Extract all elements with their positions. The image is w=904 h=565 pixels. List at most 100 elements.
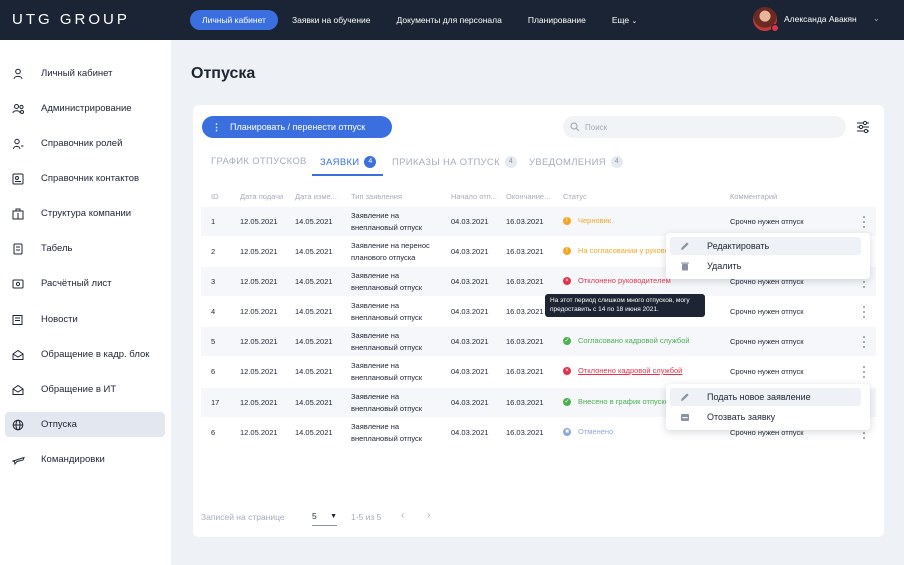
- filter-settings-icon[interactable]: [856, 120, 870, 134]
- table-row[interactable]: 5 12.05.2021 14.05.2021 Заявление на внепла…: [201, 327, 876, 356]
- cell-end: 16.03.2021: [506, 398, 544, 407]
- status-label: Отменено: [578, 427, 614, 436]
- tab-label: УВЕДОМЛЕНИЯ: [529, 156, 606, 168]
- tab-vacation-orders[interactable]: ПРИКАЗЫ НА ОТПУСК 4: [392, 156, 517, 168]
- nav-personal-cabinet[interactable]: Личный кабинет: [190, 10, 278, 30]
- status-icon: ■: [563, 427, 571, 436]
- chevron-down-icon[interactable]: ⌄: [873, 14, 880, 23]
- more-vertical-icon[interactable]: [861, 336, 867, 348]
- status-icon: ✓: [563, 336, 571, 345]
- sidebar-item-label: Расчётный лист: [41, 278, 112, 289]
- pencil-icon: [680, 392, 690, 402]
- page-title: Отпуска: [191, 65, 256, 82]
- cell-start: 04.03.2021: [451, 307, 489, 316]
- cell-id: 1: [211, 217, 216, 226]
- status-icon: ×: [563, 276, 571, 285]
- status-label: Внесено в график отпусков: [578, 397, 673, 406]
- sidebar-item-label: Справочник контактов: [41, 173, 140, 184]
- table-row[interactable]: 1 12.05.2021 14.05.2021 Заявление на внепла…: [201, 207, 876, 236]
- user-role-icon: [11, 137, 25, 151]
- column-header-comment[interactable]: Комментарий: [730, 192, 850, 201]
- cell-start: 04.03.2021: [451, 277, 489, 286]
- status-icon: !: [563, 216, 571, 225]
- tab-label: ПРИКАЗЫ НА ОТПУСК: [392, 156, 500, 168]
- cell-type: Заявление на внеплановый отпуск: [351, 331, 423, 352]
- inbox-icon: [680, 412, 690, 422]
- tab-label: ГРАФИК ОТПУСКОВ: [211, 156, 307, 167]
- column-header-status[interactable]: Статус: [563, 192, 723, 201]
- table-row[interactable]: 6 12.05.2021 14.05.2021 Заявление на внепла…: [201, 357, 876, 386]
- menu-edit[interactable]: Редактировать: [670, 237, 861, 255]
- column-header-type[interactable]: Тип заявления: [351, 192, 443, 201]
- sidebar-item[interactable]: Расчётный лист: [5, 271, 165, 296]
- more-vertical-icon: ⋮: [212, 121, 221, 132]
- sidebar-item[interactable]: Справочник контактов: [5, 166, 165, 191]
- vacation-globe-icon: [11, 418, 25, 432]
- sidebar-item[interactable]: Командировки: [5, 447, 165, 472]
- nav-training-requests[interactable]: Заявки на обучение: [280, 10, 383, 30]
- sidebar-item[interactable]: Личный кабинет: [5, 61, 165, 86]
- cell-id: 4: [211, 307, 216, 316]
- menu-delete-label: Удалить: [707, 261, 742, 271]
- cell-submitted: 12.05.2021: [240, 277, 278, 286]
- plane-icon: [11, 453, 25, 467]
- menu-new-request[interactable]: Подать новое заявление: [670, 388, 861, 406]
- nav-planning[interactable]: Планирование: [516, 10, 598, 30]
- sidebar-item-label: Структура компании: [41, 208, 132, 219]
- sidebar-item[interactable]: Обращение в ИТ: [5, 377, 165, 402]
- plan-vacation-button[interactable]: ⋮ Планировать / перенести отпуск: [202, 116, 392, 138]
- cell-start: 04.03.2021: [451, 428, 489, 437]
- menu-delete[interactable]: Удалить: [670, 257, 861, 275]
- tab-notifications[interactable]: УВЕДОМЛЕНИЯ 4: [529, 156, 623, 168]
- search-input[interactable]: Поиск: [563, 116, 846, 138]
- column-header-end[interactable]: Окончание...: [506, 192, 558, 201]
- more-vertical-icon[interactable]: [861, 366, 867, 378]
- column-header-start[interactable]: Начало отп...: [451, 192, 503, 201]
- status-label: Отклонено кадровой службой: [578, 366, 683, 375]
- search-icon: [570, 122, 580, 132]
- cell-start: 04.03.2021: [451, 247, 489, 256]
- row-context-menu: Редактировать Удалить: [666, 233, 870, 279]
- caret-down-icon: ▼: [330, 513, 337, 520]
- cell-changed: 14.05.2021: [295, 277, 333, 286]
- tab-requests[interactable]: ЗАЯВКИ 4: [320, 156, 377, 168]
- news-icon: [11, 313, 25, 327]
- hr-request-icon: [11, 348, 25, 362]
- cell-end: 16.03.2021: [506, 367, 544, 376]
- sidebar-item[interactable]: Табель: [5, 236, 165, 261]
- user-profile[interactable]: Александа Авакян: [753, 7, 857, 32]
- sidebar-item[interactable]: Обращение в кадр. блок: [5, 342, 165, 367]
- more-vertical-icon[interactable]: [861, 216, 867, 228]
- sidebar-item[interactable]: Структура компании: [5, 201, 165, 226]
- cell-comment: Срочно нужен отпуск: [730, 217, 804, 226]
- prev-page-icon[interactable]: ‹: [401, 510, 404, 521]
- more-vertical-icon[interactable]: [861, 306, 867, 318]
- per-page-select[interactable]: 5 ▼: [312, 511, 337, 526]
- status-badge: ✓ Согласовано кадровой службой: [563, 336, 690, 345]
- tab-vacation-schedule[interactable]: ГРАФИК ОТПУСКОВ: [211, 156, 307, 167]
- column-header-id[interactable]: ID: [211, 192, 236, 201]
- next-page-icon[interactable]: ›: [427, 510, 430, 521]
- trash-icon: [680, 261, 690, 271]
- cell-comment: Срочно нужен отпуск: [730, 367, 804, 376]
- column-header-submitted[interactable]: Дата подачи: [240, 192, 292, 201]
- sidebar-item-label: Новости: [41, 314, 78, 325]
- status-badge: × Отклонено кадровой службой: [563, 366, 682, 375]
- sidebar-item[interactable]: Справочник ролей: [5, 131, 165, 156]
- pagination-label: Записей на странице: [201, 512, 285, 522]
- sidebar-item[interactable]: Администрирование: [5, 96, 165, 121]
- contacts-icon: [11, 172, 25, 186]
- company-logo[interactable]: UTG GROUP: [12, 11, 130, 28]
- menu-withdraw[interactable]: Отозвать заявку: [670, 408, 861, 426]
- sidebar-item-label: Администрирование: [41, 103, 132, 114]
- sidebar-item[interactable]: Отпуска: [5, 412, 165, 437]
- table-row[interactable]: 4 12.05.2021 14.05.2021 Заявление на внепла…: [201, 297, 876, 326]
- nav-staff-documents[interactable]: Документы для персонала: [385, 10, 514, 30]
- nav-more[interactable]: Еще ⌄: [600, 10, 650, 30]
- cell-id: 6: [211, 428, 216, 437]
- status-icon: !: [563, 246, 571, 255]
- comment-tooltip: На этот период слишком много отпусков, м…: [545, 294, 705, 317]
- sidebar-item[interactable]: Новости: [5, 307, 165, 332]
- sidebar-item-label: Обращение в кадр. блок: [41, 349, 150, 360]
- column-header-changed[interactable]: Дата изме...: [295, 192, 347, 201]
